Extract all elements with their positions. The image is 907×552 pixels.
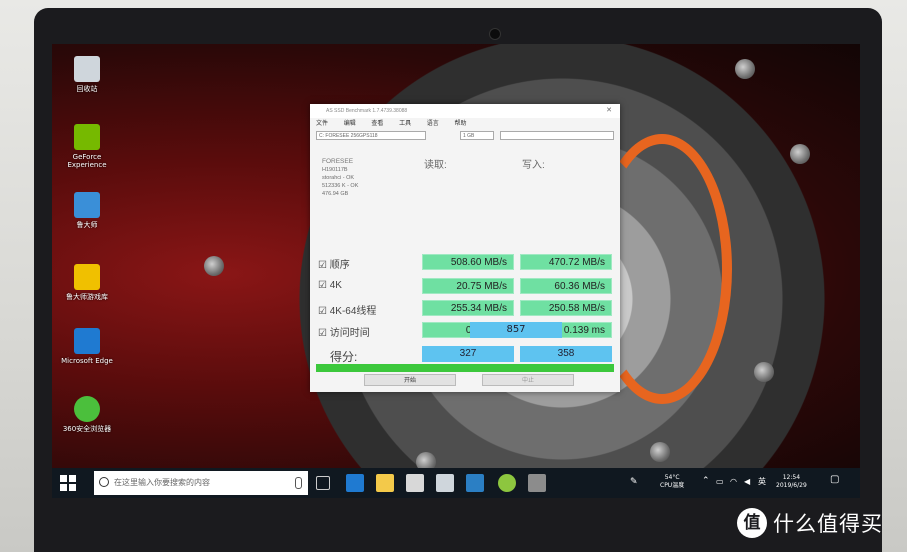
desktop-icon-ludashi[interactable]: 鲁大师 xyxy=(58,192,116,229)
desktop-icon-360-browser[interactable]: 360安全浏览器 xyxy=(58,396,116,433)
taskbar-search-input[interactable]: 在这里输入你要搜索的内容 xyxy=(94,471,308,495)
360-taskbar-icon[interactable] xyxy=(498,474,516,492)
clock-date: 2019/6/29 xyxy=(776,482,807,489)
score-total: 857 xyxy=(470,322,562,338)
score-label: 得分: xyxy=(330,350,358,364)
desktop-icon-geforce[interactable]: GeForce Experience xyxy=(58,124,116,169)
wallpaper-bolt xyxy=(650,442,670,462)
wifi-icon[interactable]: ◠ xyxy=(730,478,737,486)
score-read: 327 xyxy=(422,346,514,362)
menu-bar: 文件 编辑 查看 工具 语言 帮助 xyxy=(310,118,620,130)
start-button[interactable] xyxy=(60,475,76,491)
watermark-text: 什么值得买 xyxy=(773,512,883,536)
cpu-temp-value: 54°C xyxy=(664,474,680,481)
abort-button[interactable]: 中止 xyxy=(482,374,574,386)
game-library-icon xyxy=(74,264,100,290)
4k64-read-value: 255.34 MB/s xyxy=(422,300,514,316)
task-view-icon[interactable] xyxy=(316,476,330,490)
watermark-badge: 值 xyxy=(737,508,767,538)
size-select[interactable]: 1 GB xyxy=(460,131,494,140)
360-browser-icon xyxy=(74,396,100,422)
microphone-icon[interactable] xyxy=(295,477,302,489)
seq-write-value: 470.72 MB/s xyxy=(520,254,612,270)
as-ssd-taskbar-icon[interactable] xyxy=(528,474,546,492)
pen-icon[interactable]: ✎ xyxy=(630,478,638,487)
drive-alignment: 512336 K - OK xyxy=(322,183,359,189)
menu-edit[interactable]: 编辑 xyxy=(344,121,356,127)
as-ssd-window[interactable]: AS SSD Benchmark 1.7.4739.38088 ✕ 文件 编辑 … xyxy=(310,104,620,392)
wallpaper-bolt xyxy=(790,144,810,164)
menu-view[interactable]: 查看 xyxy=(371,121,383,127)
desktop-icon-game-library[interactable]: 鲁大师游戏库 xyxy=(58,264,116,301)
drive-info: FORESEE H190117B storahci - OK 512336 K … xyxy=(322,158,422,198)
result-field xyxy=(500,131,614,140)
score-write: 358 xyxy=(520,346,612,362)
recycle-bin-icon xyxy=(74,56,100,82)
window-title: AS SSD Benchmark 1.7.4739.38088 xyxy=(326,108,408,114)
store-icon[interactable] xyxy=(406,474,424,492)
drive-select[interactable]: C: FORESEE 256GPS118 xyxy=(316,131,426,140)
4k64-write-value: 250.58 MB/s xyxy=(520,300,612,316)
drive-model: FORESEE xyxy=(322,158,354,165)
laptop-screen: 回收站 GeForce Experience 鲁大师 鲁大师游戏库 Micros… xyxy=(52,44,860,498)
geforce-icon xyxy=(74,124,100,150)
row-4k64-label[interactable]: ☑ 4K-64线程 xyxy=(318,302,376,317)
menu-tools[interactable]: 工具 xyxy=(399,121,411,127)
write-header: 写入: xyxy=(522,160,545,171)
search-icon xyxy=(99,477,109,487)
selector-row: C: FORESEE 256GPS118 1 GB xyxy=(310,130,620,142)
tray-chevron-icon[interactable]: ⌃ xyxy=(702,477,710,486)
clock-time: 12:54 xyxy=(782,474,801,481)
app-icon[interactable] xyxy=(466,474,484,492)
edge-icon xyxy=(74,328,100,354)
volume-icon[interactable]: ◀ xyxy=(744,478,750,486)
menu-file[interactable]: 文件 xyxy=(316,121,328,127)
menu-language[interactable]: 语言 xyxy=(427,121,439,127)
taskbar: 在这里输入你要搜索的内容 ✎ 54°C CPU温度 ⌃ ▭ ◠ ◀ 英 12:5… xyxy=(52,468,860,498)
progress-bar xyxy=(316,364,614,372)
seq-read-value: 508.60 MB/s xyxy=(422,254,514,270)
mail-icon[interactable] xyxy=(436,474,454,492)
menu-help[interactable]: 帮助 xyxy=(454,121,466,127)
ludashi-icon xyxy=(74,192,100,218)
drive-capacity: 476.94 GB xyxy=(322,191,349,197)
notification-icon[interactable]: ▢ xyxy=(830,475,839,485)
4k-write-value: 60.36 MB/s xyxy=(520,278,612,294)
battery-icon[interactable]: ▭ xyxy=(716,478,724,486)
webcam xyxy=(489,28,501,40)
start-button[interactable]: 开始 xyxy=(364,374,456,386)
watermark-logo: 值 什么值得买 xyxy=(737,508,883,538)
close-icon[interactable]: ✕ xyxy=(606,104,612,118)
ime-icon[interactable]: 英 xyxy=(758,478,766,486)
row-4k-label[interactable]: ☑ 4K xyxy=(318,280,342,291)
desktop-icon-recycle-bin[interactable]: 回收站 xyxy=(58,56,116,93)
4k-read-value: 20.75 MB/s xyxy=(422,278,514,294)
drive-driver: storahci - OK xyxy=(322,175,355,181)
taskbar-edge-icon[interactable] xyxy=(346,474,364,492)
read-header: 读取: xyxy=(424,160,447,171)
search-placeholder: 在这里输入你要搜索的内容 xyxy=(114,478,210,487)
desktop-icon-edge[interactable]: Microsoft Edge xyxy=(58,328,116,365)
drive-firmware: H190117B xyxy=(322,167,348,173)
wallpaper-bolt xyxy=(754,362,774,382)
cpu-temp: 54°C CPU温度 xyxy=(660,474,684,490)
window-titlebar[interactable]: AS SSD Benchmark 1.7.4739.38088 ✕ xyxy=(310,104,620,118)
wallpaper-bolt xyxy=(735,59,755,79)
wallpaper-bolt xyxy=(204,256,224,276)
row-seq-label[interactable]: ☑ 顺序 xyxy=(318,256,350,271)
clock[interactable]: 12:54 2019/6/29 xyxy=(776,474,807,490)
row-access-label[interactable]: ☑ 访问时间 xyxy=(318,324,370,339)
file-explorer-icon[interactable] xyxy=(376,474,394,492)
cpu-temp-label: CPU温度 xyxy=(660,482,685,489)
